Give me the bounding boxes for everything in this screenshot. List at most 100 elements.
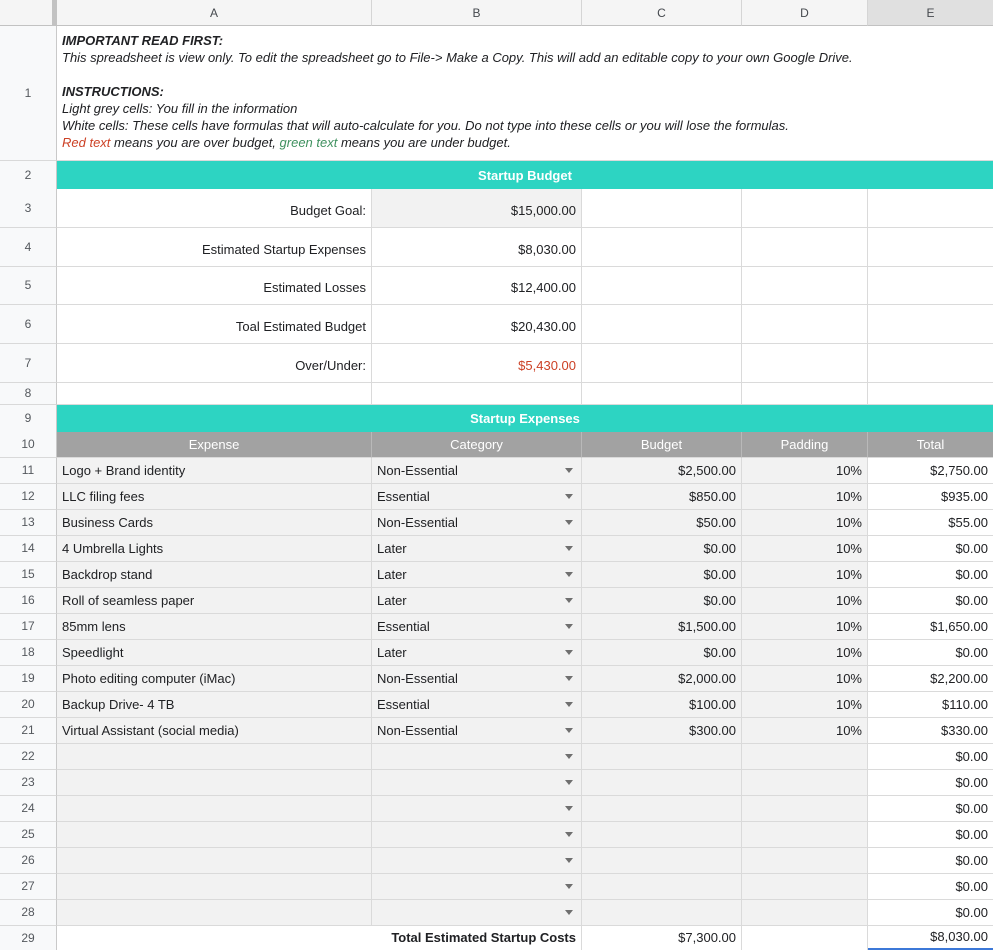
budget-value-3[interactable]: $15,000.00 [372,189,582,228]
row-header-7[interactable]: 7 [0,344,57,383]
padding-cell-18[interactable]: 10% [742,640,868,666]
total-cell-17[interactable]: $1,650.00 [868,614,993,640]
cell-d8[interactable] [742,383,868,405]
total-cell-28[interactable]: $0.00 [868,900,993,926]
cell-e6[interactable] [868,305,993,344]
expense-name-24[interactable] [57,796,372,822]
category-cell-16[interactable]: Later [372,588,582,614]
expenses-header-total[interactable]: Total [868,432,993,458]
expense-name-12[interactable]: LLC filing fees [57,484,372,510]
budget-label-5[interactable]: Estimated Losses [57,267,372,306]
dropdown-arrow-icon[interactable] [565,832,573,837]
expense-name-13[interactable]: Business Cards [57,510,372,536]
total-cell-26[interactable]: $0.00 [868,848,993,874]
budget-banner[interactable]: Startup Budget [57,161,993,189]
cell-d29[interactable] [742,926,868,950]
total-cell-18[interactable]: $0.00 [868,640,993,666]
row-header-23[interactable]: 23 [0,770,57,796]
expense-name-15[interactable]: Backdrop stand [57,562,372,588]
dropdown-arrow-icon[interactable] [565,806,573,811]
budget-label-6[interactable]: Toal Estimated Budget [57,305,372,344]
cell-total-budget[interactable]: $7,300.00 [582,926,742,950]
category-cell-28[interactable] [372,900,582,926]
padding-cell-23[interactable] [742,770,868,796]
cell-c7[interactable] [582,344,742,383]
row-header-12[interactable]: 12 [0,484,57,510]
row-header-18[interactable]: 18 [0,640,57,666]
category-cell-23[interactable] [372,770,582,796]
expense-name-17[interactable]: 85mm lens [57,614,372,640]
budget-label-3[interactable]: Budget Goal: [57,189,372,228]
padding-cell-13[interactable]: 10% [742,510,868,536]
budget-cell-20[interactable]: $100.00 [582,692,742,718]
row-header-13[interactable]: 13 [0,510,57,536]
dropdown-arrow-icon[interactable] [565,728,573,733]
padding-cell-25[interactable] [742,822,868,848]
category-cell-12[interactable]: Essential [372,484,582,510]
row-header-25[interactable]: 25 [0,822,57,848]
budget-value-4[interactable]: $8,030.00 [372,228,582,267]
expenses-banner[interactable]: Startup Expenses [57,405,993,432]
padding-cell-11[interactable]: 10% [742,458,868,484]
total-cell-13[interactable]: $55.00 [868,510,993,536]
cell-d5[interactable] [742,267,868,306]
padding-cell-16[interactable]: 10% [742,588,868,614]
budget-value-7[interactable]: $5,430.00 [372,344,582,383]
padding-cell-14[interactable]: 10% [742,536,868,562]
row-header-16[interactable]: 16 [0,588,57,614]
row-header-8[interactable]: 8 [0,383,57,405]
padding-cell-26[interactable] [742,848,868,874]
total-cell-16[interactable]: $0.00 [868,588,993,614]
category-cell-22[interactable] [372,744,582,770]
budget-cell-17[interactable]: $1,500.00 [582,614,742,640]
row-header-27[interactable]: 27 [0,874,57,900]
category-cell-15[interactable]: Later [372,562,582,588]
expense-name-16[interactable]: Roll of seamless paper [57,588,372,614]
expense-name-23[interactable] [57,770,372,796]
budget-cell-24[interactable] [582,796,742,822]
padding-cell-24[interactable] [742,796,868,822]
row-header-19[interactable]: 19 [0,666,57,692]
row-header-10[interactable]: 10 [0,432,57,458]
cell-e8[interactable] [868,383,993,405]
category-cell-26[interactable] [372,848,582,874]
padding-cell-19[interactable]: 10% [742,666,868,692]
category-cell-11[interactable]: Non-Essential [372,458,582,484]
expense-name-18[interactable]: Speedlight [57,640,372,666]
budget-cell-16[interactable]: $0.00 [582,588,742,614]
expenses-header-padding[interactable]: Padding [742,432,868,458]
padding-cell-15[interactable]: 10% [742,562,868,588]
cell-e7[interactable] [868,344,993,383]
dropdown-arrow-icon[interactable] [565,520,573,525]
padding-cell-20[interactable]: 10% [742,692,868,718]
padding-cell-21[interactable]: 10% [742,718,868,744]
category-cell-17[interactable]: Essential [372,614,582,640]
expense-name-11[interactable]: Logo + Brand identity [57,458,372,484]
dropdown-arrow-icon[interactable] [565,858,573,863]
dropdown-arrow-icon[interactable] [565,546,573,551]
cell-c3[interactable] [582,189,742,228]
budget-cell-27[interactable] [582,874,742,900]
cell-e5[interactable] [868,267,993,306]
padding-cell-28[interactable] [742,900,868,926]
expense-name-27[interactable] [57,874,372,900]
dropdown-arrow-icon[interactable] [565,494,573,499]
cell-c8[interactable] [582,383,742,405]
row-header-2[interactable]: 2 [0,161,57,189]
total-cell-23[interactable]: $0.00 [868,770,993,796]
expense-name-25[interactable] [57,822,372,848]
category-cell-25[interactable] [372,822,582,848]
cell-instructions[interactable]: IMPORTANT READ FIRST: This spreadsheet i… [57,26,993,161]
padding-cell-17[interactable]: 10% [742,614,868,640]
budget-cell-14[interactable]: $0.00 [582,536,742,562]
cell-a8[interactable] [57,383,372,405]
expense-name-22[interactable] [57,744,372,770]
total-cell-20[interactable]: $110.00 [868,692,993,718]
expense-name-26[interactable] [57,848,372,874]
row-header-1[interactable]: 1 [0,26,57,161]
category-cell-24[interactable] [372,796,582,822]
row-header-28[interactable]: 28 [0,900,57,926]
dropdown-arrow-icon[interactable] [565,468,573,473]
cell-d3[interactable] [742,189,868,228]
padding-cell-27[interactable] [742,874,868,900]
